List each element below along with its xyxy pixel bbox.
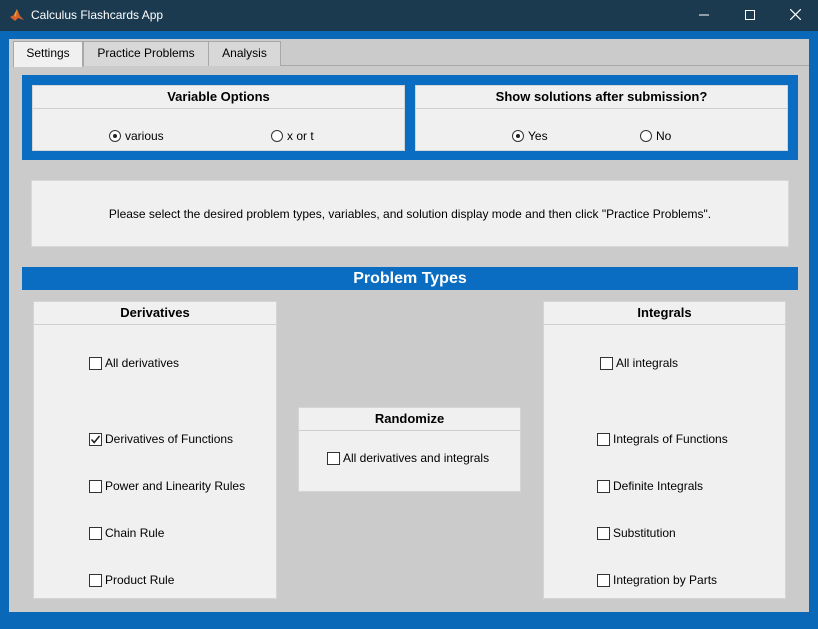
- checkbox-label: Derivatives of Functions: [105, 432, 234, 446]
- tab-label: Settings: [26, 46, 70, 60]
- tab-settings[interactable]: Settings: [13, 41, 83, 67]
- checkbox-product-rule[interactable]: [89, 574, 102, 587]
- instructions-text: Please select the desired problem types,…: [31, 180, 789, 247]
- checkbox-label: Power and Linearity Rules: [105, 479, 246, 493]
- checkbox-all-integrals[interactable]: [600, 357, 613, 370]
- radio-label-yes: Yes: [528, 129, 548, 143]
- radio-no[interactable]: [640, 130, 652, 142]
- checkbox-label: Substitution: [613, 526, 676, 540]
- checkbox-label: Chain Rule: [105, 526, 165, 540]
- derivatives-panel: Derivatives: [33, 301, 277, 599]
- tab-label: Practice Problems: [97, 46, 195, 60]
- minimize-button[interactable]: [681, 0, 727, 31]
- checkbox-derivatives-of-functions[interactable]: [89, 433, 102, 446]
- tab-label: Analysis: [222, 46, 267, 60]
- radio-various[interactable]: [109, 130, 121, 142]
- checkbox-power-linearity[interactable]: [89, 480, 102, 493]
- checkbox-label: All derivatives: [105, 356, 180, 370]
- tab-analysis[interactable]: Analysis: [208, 41, 281, 66]
- close-icon: [789, 8, 801, 21]
- window-frame-bottom: [9, 612, 809, 621]
- radio-label-no: No: [656, 129, 672, 143]
- panel-title: Variable Options: [33, 86, 404, 109]
- checkbox-all-derivatives[interactable]: [89, 357, 102, 370]
- app-logo-icon: [10, 8, 24, 22]
- maximize-icon: [745, 10, 755, 20]
- tab-practice-problems[interactable]: Practice Problems: [83, 41, 209, 66]
- radio-yes[interactable]: [512, 130, 524, 142]
- checkbox-definite-integrals[interactable]: [597, 480, 610, 493]
- variable-options-panel: Variable Options: [32, 85, 405, 151]
- checkbox-all-derivatives-integrals[interactable]: [327, 452, 340, 465]
- checkbox-label: Product Rule: [105, 573, 175, 587]
- checkmark-icon: [90, 435, 101, 444]
- panel-title: Integrals: [544, 302, 785, 325]
- checkbox-label: Integrals of Functions: [613, 432, 728, 446]
- integrals-panel: Integrals: [543, 301, 786, 599]
- problem-types-header: Problem Types: [22, 267, 798, 290]
- radio-x-or-t[interactable]: [271, 130, 283, 142]
- panel-title: Derivatives: [34, 302, 276, 325]
- radio-label-various: various: [125, 129, 164, 143]
- randomize-panel: Randomize: [298, 407, 521, 492]
- panel-title: Show solutions after submission?: [416, 86, 787, 109]
- radio-label-x-or-t: x or t: [287, 129, 314, 143]
- minimize-icon: [699, 14, 709, 16]
- checkbox-integrals-of-functions[interactable]: [597, 433, 610, 446]
- checkbox-label: All derivatives and integrals: [343, 451, 490, 465]
- checkbox-label: Definite Integrals: [613, 479, 704, 493]
- checkbox-integration-by-parts[interactable]: [597, 574, 610, 587]
- checkbox-label: All integrals: [616, 356, 679, 370]
- maximize-button[interactable]: [727, 0, 773, 31]
- close-button[interactable]: [772, 0, 818, 31]
- checkbox-chain-rule[interactable]: [89, 527, 102, 540]
- checkbox-label: Integration by Parts: [613, 573, 718, 587]
- panel-title: Randomize: [299, 408, 520, 431]
- checkbox-substitution[interactable]: [597, 527, 610, 540]
- show-solutions-panel: Show solutions after submission?: [415, 85, 788, 151]
- window-title: Calculus Flashcards App: [31, 8, 164, 22]
